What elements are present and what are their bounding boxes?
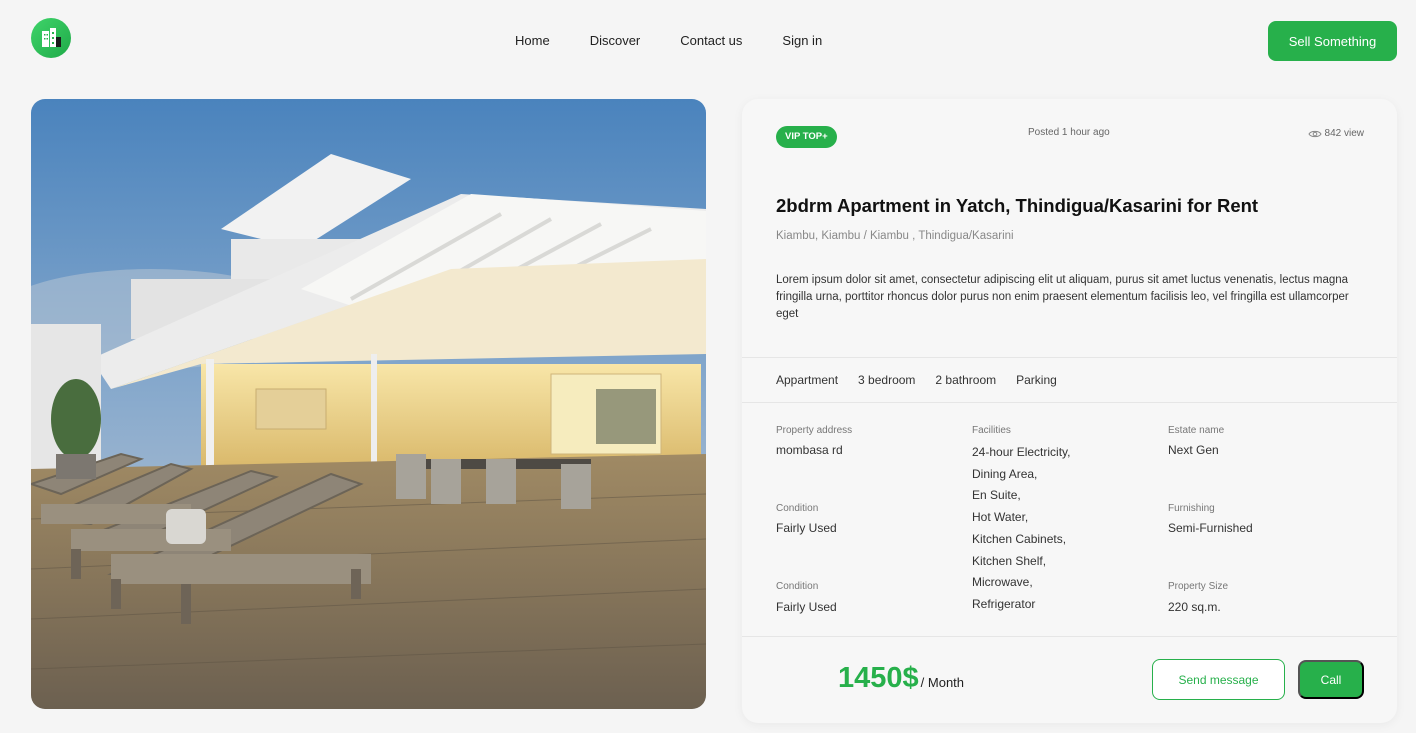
property-address-label: Property address [776,425,853,436]
facility-item: En Suite, [972,488,1021,503]
property-address-value: mombasa rd [776,443,843,457]
divider [742,402,1397,403]
facility-item: Microwave, [972,575,1033,590]
condition-label: Condition [776,503,819,514]
building-icon [42,28,61,47]
vip-badge: VIP TOP+ [776,126,837,148]
divider [742,357,1397,358]
estate-name-label: Estate name [1168,425,1225,436]
nav-discover[interactable]: Discover [590,33,641,48]
property-size-value: 220 sq.m. [1168,600,1221,614]
furnishing-label: Furnishing [1168,503,1215,514]
facility-item: Refrigerator [972,596,1036,611]
price-amount: 1450$ [838,662,919,694]
nav-sign-in[interactable]: Sign in [782,33,822,48]
eye-icon [1307,130,1322,137]
facility-item: Kitchen Shelf, [972,553,1047,568]
logo[interactable] [31,18,71,58]
feature-bathrooms: 2 bathroom [935,373,997,387]
facility-item: Hot Water, [972,510,1029,525]
price-unit: / Month [920,675,965,690]
call-button[interactable]: Call [1298,660,1364,699]
main-nav: Home Discover Contact us Sign in [515,33,822,48]
sell-something-button[interactable]: Sell Something [1268,21,1397,61]
condition-value: Fairly Used [776,521,837,535]
posted-time: Posted 1 hour ago [1028,127,1110,138]
property-photo [31,99,706,709]
facility-item: Dining Area, [972,466,1038,481]
furnishing-value: Semi-Furnished [1168,521,1253,535]
view-count-text: 842 view [1324,128,1364,139]
condition-label: Condition [776,581,819,592]
property-size-label: Property Size [1168,581,1229,592]
facility-item: 24-hour Electricity, [972,445,1071,459]
listing-description: Lorem ipsum dolor sit amet, consectetur … [776,274,1349,320]
facility-item: Kitchen Cabinets, [972,531,1067,546]
estate-name-value: Next Gen [1168,443,1219,457]
send-message-button[interactable]: Send message [1152,659,1285,700]
listing-location: Kiambu, Kiambu / Kiambu , Thindigua/Kasa… [776,230,1014,242]
listing-card: VIP TOP+ Posted 1 hour ago 842 view 2bdr… [742,99,1397,723]
facilities-list: 24-hour Electricity, Dining Area, En Sui… [972,442,1070,616]
condition-value: Fairly Used [776,600,837,614]
listing-title: 2bdrm Apartment in Yatch, Thindigua/Kasa… [776,195,1259,216]
feature-type: Appartment [776,373,839,387]
view-count: 842 view [1307,128,1364,139]
nav-home[interactable]: Home [515,33,550,48]
facilities-label: Facilities [972,425,1011,436]
nav-contact-us[interactable]: Contact us [680,33,742,48]
divider [742,636,1397,637]
feature-bedrooms: 3 bedroom [858,373,916,387]
feature-list: Appartment 3 bedroom 2 bathroom Parking [776,373,1057,387]
price: 1450$ / Month [838,662,964,695]
feature-parking: Parking [1016,373,1057,387]
